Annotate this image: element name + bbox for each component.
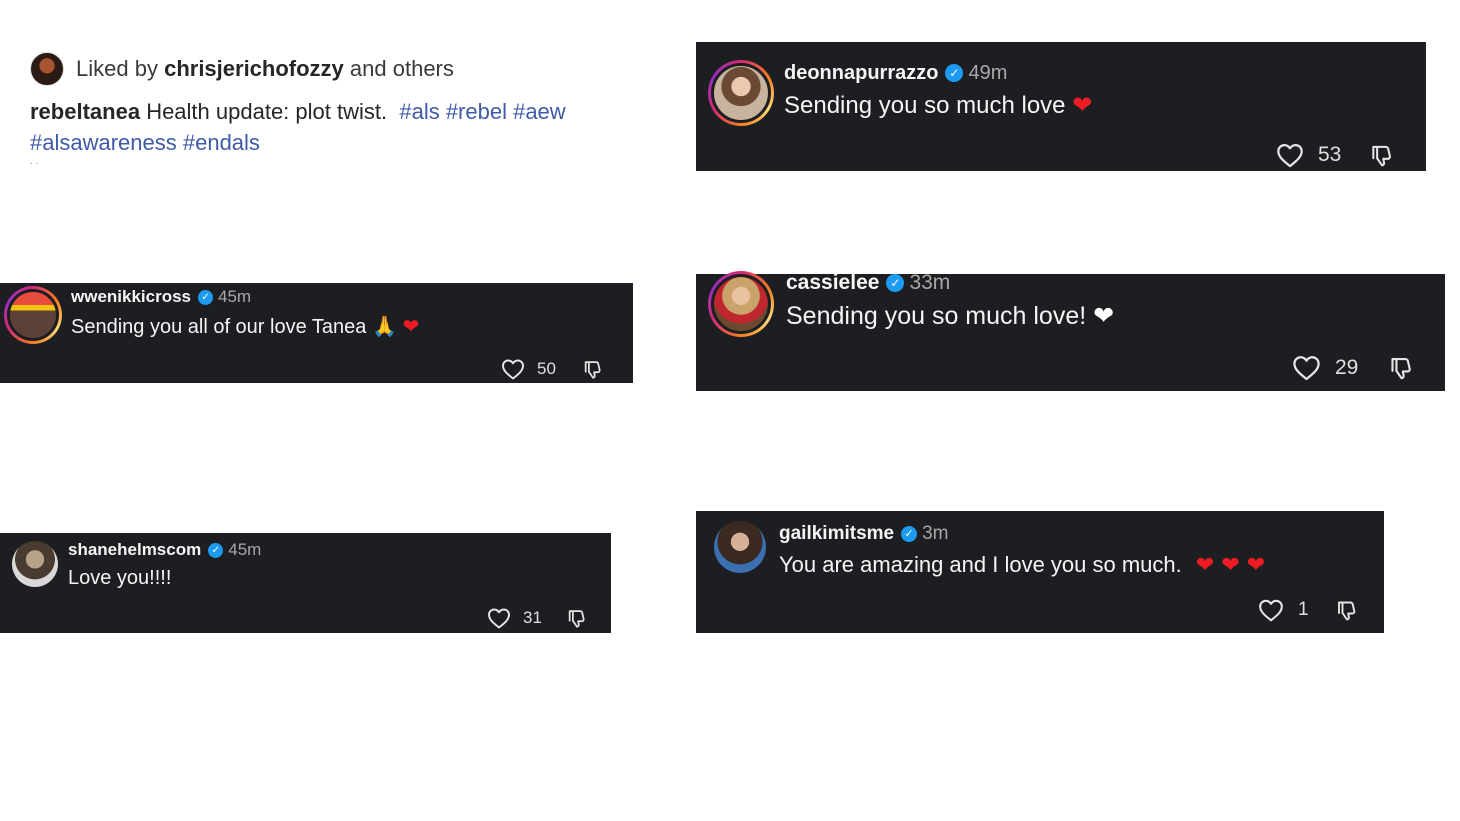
- verified-badge-icon: ✓: [901, 526, 918, 542]
- comment-text-row: Sending you all of our love Tanea 🙏 ❤: [71, 313, 419, 340]
- comment-text: Sending you all of our love Tanea: [71, 316, 367, 338]
- like-button[interactable]: [501, 358, 525, 380]
- comment-actions: 1: [1258, 598, 1359, 622]
- comment-header: gailkimitsme ✓ 3m: [779, 522, 949, 546]
- comment-time[interactable]: 33m: [909, 271, 950, 295]
- thumbs-down-outline-icon: [1391, 357, 1412, 380]
- comment-time[interactable]: 45m: [228, 540, 261, 560]
- caption-hashtags-line2[interactable]: #alsawareness #endals: [30, 130, 260, 155]
- comment-text: Love you!!!!: [68, 567, 172, 589]
- red-heart-icon: ❤: [402, 314, 420, 338]
- comment-card: gailkimitsme ✓ 3m You are amazing and I …: [696, 511, 1384, 633]
- caption-text: Health update: plot twist.: [146, 99, 388, 124]
- comment-header: cassielee ✓ 33m: [786, 270, 950, 296]
- comment-time[interactable]: 49m: [968, 62, 1007, 85]
- liked-by-suffix[interactable]: and others: [350, 56, 454, 81]
- comment-text: Sending you so much love: [784, 92, 1066, 119]
- verified-badge-icon: ✓: [886, 274, 905, 292]
- avatar[interactable]: [714, 521, 766, 573]
- caption-more-dots: . .: [30, 156, 39, 167]
- comment-text-row: Sending you so much love ❤: [784, 90, 1092, 121]
- heart-outline-icon: [1293, 356, 1320, 381]
- praying-hands-icon: 🙏: [371, 314, 397, 338]
- avatar[interactable]: [4, 286, 62, 344]
- like-count: 53: [1318, 143, 1342, 166]
- comment-actions: 53: [1276, 142, 1395, 168]
- avatar[interactable]: [708, 271, 774, 337]
- comment-time[interactable]: 3m: [922, 523, 948, 545]
- thumbs-down-outline-icon: [584, 361, 601, 379]
- caption-author[interactable]: rebeltanea: [30, 99, 140, 124]
- comment-text: You are amazing and I love you so much.: [779, 552, 1182, 577]
- like-count: 1: [1298, 599, 1309, 620]
- heart-outline-icon: [488, 608, 510, 629]
- comment-header: wwenikkicross ✓ 45m: [71, 286, 251, 308]
- dislike-button[interactable]: [1388, 354, 1415, 381]
- comment-username[interactable]: wwenikkicross: [71, 287, 191, 307]
- comment-actions: 50: [501, 358, 604, 380]
- comment-username[interactable]: deonnapurrazzo: [784, 62, 938, 85]
- comment-time[interactable]: 45m: [218, 287, 251, 307]
- comment-card: deonnapurrazzo ✓ 49m Sending you so much…: [696, 42, 1426, 171]
- verified-badge-icon: ✓: [945, 64, 964, 82]
- avatar[interactable]: [708, 60, 774, 126]
- comment-text: Sending you so much love!: [786, 302, 1087, 330]
- thumbs-down-outline-icon: [1372, 145, 1392, 167]
- comment-text-row: Sending you so much love! ❤: [786, 300, 1114, 332]
- comment-username[interactable]: gailkimitsme: [779, 523, 894, 545]
- liked-by-prefix: Liked by: [76, 56, 158, 81]
- heart-outline-icon: [1277, 143, 1303, 168]
- like-count: 31: [523, 608, 542, 627]
- dislike-button[interactable]: [582, 358, 604, 380]
- heart-outline-icon: [502, 359, 524, 380]
- dislike-button[interactable]: [566, 607, 588, 629]
- white-heart-icon: ❤: [1093, 301, 1115, 330]
- liked-by-row[interactable]: Liked by chrisjerichofozzy and others: [30, 52, 650, 86]
- caption-text-block: rebeltanea Health update: plot twist. #a…: [30, 96, 650, 158]
- comment-header: shanehelmscom ✓ 45m: [68, 539, 261, 561]
- comment-actions: 31: [487, 607, 588, 629]
- avatar[interactable]: [12, 541, 58, 587]
- red-heart-icon: ❤: [1072, 91, 1093, 119]
- dislike-button[interactable]: [1369, 142, 1395, 168]
- comment-card: cassielee ✓ 33m Sending you so much love…: [696, 271, 1445, 391]
- liked-by-username[interactable]: chrisjerichofozzy: [164, 56, 344, 81]
- heart-outline-icon: [1259, 599, 1283, 622]
- thumbs-down-outline-icon: [568, 610, 585, 628]
- comment-actions: 29: [1292, 354, 1415, 381]
- verified-badge-icon: ✓: [208, 542, 224, 558]
- comment-text-row: Love you!!!!: [68, 565, 171, 591]
- post-caption-block: Liked by chrisjerichofozzy and others re…: [30, 52, 650, 167]
- like-button[interactable]: [487, 607, 511, 629]
- comment-header: deonnapurrazzo ✓ 49m: [784, 60, 1007, 86]
- comment-text-row: You are amazing and I love you so much. …: [779, 551, 1265, 580]
- like-button[interactable]: [1292, 354, 1321, 381]
- verified-badge-icon: ✓: [198, 289, 214, 305]
- comment-username[interactable]: shanehelmscom: [68, 540, 201, 560]
- liked-by-avatar[interactable]: [30, 52, 64, 86]
- red-hearts-icon: ❤ ❤ ❤: [1195, 553, 1266, 578]
- thumbs-down-outline-icon: [1337, 601, 1355, 621]
- comment-card: shanehelmscom ✓ 45m Love you!!!! 31: [0, 533, 611, 633]
- like-count: 50: [537, 359, 556, 378]
- like-button[interactable]: [1276, 142, 1304, 168]
- like-button[interactable]: [1258, 598, 1284, 622]
- caption-hashtags[interactable]: #als #rebel #aew: [399, 99, 565, 124]
- like-count: 29: [1335, 355, 1359, 379]
- comment-username[interactable]: cassielee: [786, 271, 879, 295]
- dislike-button[interactable]: [1335, 598, 1359, 622]
- comment-card: wwenikkicross ✓ 45m Sending you all of o…: [0, 283, 633, 383]
